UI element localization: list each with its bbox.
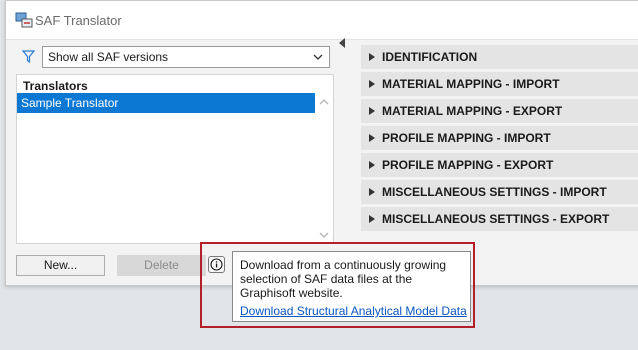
translator-item-sample[interactable]: Sample Translator (17, 93, 315, 113)
chevron-down-icon (313, 54, 323, 60)
triangle-right-icon (369, 215, 375, 223)
section-material-mapping-import[interactable]: MATERIAL MAPPING - IMPORT (361, 72, 638, 96)
scroll-down-icon[interactable] (319, 231, 329, 239)
saf-translator-icon (15, 12, 33, 28)
chevron-left-icon[interactable] (339, 38, 345, 48)
section-label: PROFILE MAPPING - IMPORT (382, 131, 551, 145)
section-identification[interactable]: IDENTIFICATION (361, 45, 638, 69)
triangle-right-icon (369, 134, 375, 142)
window-title: SAF Translator (35, 13, 122, 28)
translators-list: Translators Sample Translator (16, 74, 334, 244)
triangle-right-icon (369, 161, 375, 169)
section-profile-mapping-import[interactable]: PROFILE MAPPING - IMPORT (361, 126, 638, 150)
section-label: MATERIAL MAPPING - EXPORT (382, 104, 563, 118)
section-misc-settings-import[interactable]: MISCELLANEOUS SETTINGS - IMPORT (361, 180, 638, 204)
filter-icon[interactable] (22, 50, 35, 63)
scroll-up-icon[interactable] (319, 98, 329, 106)
title-bar: SAF Translator (6, 1, 638, 40)
section-label: PROFILE MAPPING - EXPORT (382, 158, 554, 172)
section-label: MISCELLANEOUS SETTINGS - IMPORT (382, 185, 607, 199)
translator-item-label: Sample Translator (21, 96, 119, 110)
saf-version-select-value: Show all SAF versions (48, 50, 169, 64)
triangle-right-icon (369, 107, 375, 115)
delete-button[interactable]: Delete (117, 255, 206, 276)
section-misc-settings-export[interactable]: MISCELLANEOUS SETTINGS - EXPORT (361, 207, 638, 231)
section-label: MISCELLANEOUS SETTINGS - EXPORT (382, 212, 610, 226)
triangle-right-icon (369, 188, 375, 196)
translators-header: Translators (23, 79, 88, 93)
triangle-right-icon (369, 53, 375, 61)
section-profile-mapping-export[interactable]: PROFILE MAPPING - EXPORT (361, 153, 638, 177)
settings-sections: IDENTIFICATION MATERIAL MAPPING - IMPORT… (361, 45, 638, 234)
highlight-frame (200, 242, 475, 328)
section-label: IDENTIFICATION (382, 50, 478, 64)
section-material-mapping-export[interactable]: MATERIAL MAPPING - EXPORT (361, 99, 638, 123)
section-label: MATERIAL MAPPING - IMPORT (382, 77, 560, 91)
triangle-right-icon (369, 80, 375, 88)
new-button[interactable]: New... (16, 255, 105, 276)
saf-version-select[interactable]: Show all SAF versions (42, 46, 330, 68)
